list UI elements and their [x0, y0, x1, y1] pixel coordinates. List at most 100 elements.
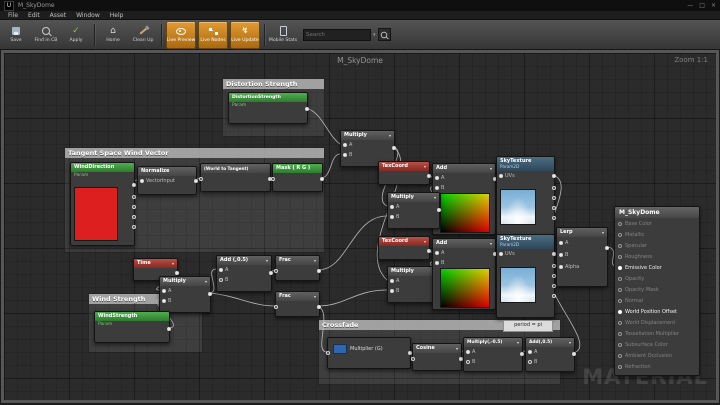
output-pin[interactable] [208, 292, 212, 296]
input-pin[interactable] [618, 244, 622, 248]
node-sky-texture-1[interactable]: SkyTexture Param2D UVs [496, 156, 555, 240]
output-pin[interactable] [572, 352, 576, 356]
output-pin[interactable] [305, 107, 309, 111]
input-pin[interactable] [618, 255, 622, 259]
node-texcoord-1[interactable]: TexCoord▾ [378, 161, 430, 185]
input-pin-uvs[interactable] [499, 174, 503, 178]
collapse-caret-icon[interactable]: ▾ [490, 239, 492, 248]
input-pin[interactable] [618, 299, 622, 303]
input-pin[interactable] [618, 233, 622, 237]
output-pin[interactable] [392, 146, 396, 150]
input-pin-a[interactable] [219, 268, 223, 272]
collapse-caret-icon[interactable]: ▾ [490, 164, 492, 173]
input-pin-b[interactable] [559, 253, 563, 257]
input-pin[interactable] [618, 266, 622, 270]
input-pin-b[interactable] [528, 360, 532, 364]
input-pin[interactable] [618, 288, 622, 292]
output-pin[interactable] [269, 271, 273, 275]
input-pin[interactable] [618, 222, 622, 226]
input-pin[interactable] [199, 177, 203, 181]
input-pin[interactable] [618, 277, 622, 281]
output-pin[interactable] [520, 352, 524, 356]
collapse-caret-icon[interactable]: ▾ [314, 256, 316, 265]
output-pin[interactable] [427, 174, 431, 178]
output-pin[interactable] [437, 208, 441, 212]
node-normalize[interactable]: Normalize VectorInput [137, 166, 197, 195]
collapse-caret-icon[interactable]: ▾ [424, 162, 426, 171]
collapse-caret-icon[interactable]: ▾ [569, 338, 571, 347]
input-pin-b[interactable] [162, 299, 166, 303]
node-lerp[interactable]: Lerp▾ A B Alpha [556, 227, 608, 287]
collapse-caret-icon[interactable]: ▾ [434, 193, 436, 202]
node-add-half-1[interactable]: Add (,0.5)▾ A B [216, 255, 272, 292]
input-pin-uvs[interactable] [499, 252, 503, 256]
node-multiply-2[interactable]: Multiply▾ A B [387, 192, 440, 229]
output-pin-g[interactable] [552, 196, 556, 200]
input-pin-b[interactable] [435, 186, 439, 190]
input-pin[interactable] [618, 343, 622, 347]
input-pin-b[interactable] [219, 278, 223, 282]
node-add-2[interactable]: Add▾ A B [432, 238, 496, 310]
input-pin[interactable] [618, 354, 622, 358]
input-pin[interactable] [618, 365, 622, 369]
input-pin-b[interactable] [466, 360, 470, 364]
input-pin[interactable] [618, 321, 622, 325]
output-pin-a[interactable] [552, 294, 556, 298]
input-pin-alpha[interactable] [559, 265, 563, 269]
output-pin-rgb[interactable] [552, 174, 556, 178]
output-pin[interactable] [320, 177, 324, 181]
input-pin-b[interactable] [435, 261, 439, 265]
collapse-caret-icon[interactable]: ▾ [517, 338, 519, 347]
node-transform-world-to-tangent[interactable]: (World to Tangent) [200, 163, 271, 192]
input-pin-a[interactable] [390, 279, 394, 283]
output-pin[interactable] [175, 271, 179, 275]
node-wind-direction-param[interactable]: WindDirection Param [70, 162, 135, 246]
output-pin[interactable] [605, 246, 609, 250]
node-add-1[interactable]: Add▾ A B [432, 163, 496, 235]
collapse-caret-icon[interactable]: ▾ [266, 256, 268, 265]
input-pin[interactable] [618, 310, 622, 314]
collapse-caret-icon[interactable]: ▾ [424, 237, 426, 246]
output-pin-a[interactable] [552, 216, 556, 220]
input-pin-a[interactable] [343, 143, 347, 147]
collapse-caret-icon[interactable]: ▾ [205, 277, 207, 286]
input-pin-a[interactable] [435, 251, 439, 255]
input-pin[interactable] [274, 269, 278, 273]
node-texcoord-2[interactable]: TexCoord▾ [378, 236, 430, 260]
input-pin-a[interactable] [466, 350, 470, 354]
node-material-result[interactable]: M_SkyDome Base Color Metallic Specular R… [614, 206, 700, 376]
output-pin-b[interactable] [552, 206, 556, 210]
input-pin-a[interactable] [162, 289, 166, 293]
output-pin-g[interactable] [132, 205, 136, 209]
node-multiply-4[interactable]: Multiply▾ A B [159, 276, 211, 313]
input-pin[interactable] [140, 179, 144, 183]
input-pin[interactable] [411, 357, 415, 361]
output-pin-r[interactable] [132, 195, 136, 199]
output-pin-rgb[interactable] [132, 183, 136, 187]
node-wind-strength-param[interactable]: WindStrength Param [94, 311, 170, 343]
collapse-caret-icon[interactable]: ▾ [389, 131, 391, 140]
node-frac-2[interactable]: Frac▾ [275, 291, 320, 317]
node-cosine[interactable]: Cosine▾ [412, 343, 462, 371]
input-pin[interactable] [271, 177, 275, 181]
input-pin-b[interactable] [390, 289, 394, 293]
input-pin-a[interactable] [559, 241, 563, 245]
collapse-caret-icon[interactable]: ▾ [314, 292, 316, 301]
output-pin-a[interactable] [132, 225, 136, 229]
node-sky-texture-2[interactable]: SkyTexture Param2D UVs [496, 234, 555, 318]
input-pin-a[interactable] [528, 350, 532, 354]
output-pin[interactable] [317, 305, 321, 309]
output-pin[interactable] [167, 327, 171, 331]
output-pin-r[interactable] [552, 186, 556, 190]
output-pin[interactable] [194, 179, 198, 183]
node-add-half-2[interactable]: Add(,0.5)▾ A B [525, 337, 575, 372]
input-pin[interactable] [274, 305, 278, 309]
input-pin-b[interactable] [390, 215, 394, 219]
input-pin[interactable] [618, 332, 622, 336]
node-pi-multiplier[interactable]: Multiplier (G) [327, 337, 411, 369]
input-pin-a[interactable] [435, 176, 439, 180]
input-pin-a[interactable] [390, 205, 394, 209]
collapse-caret-icon[interactable]: ▾ [172, 259, 174, 268]
collapse-caret-icon[interactable]: ▾ [456, 344, 458, 353]
collapse-caret-icon[interactable]: ▾ [602, 228, 604, 237]
